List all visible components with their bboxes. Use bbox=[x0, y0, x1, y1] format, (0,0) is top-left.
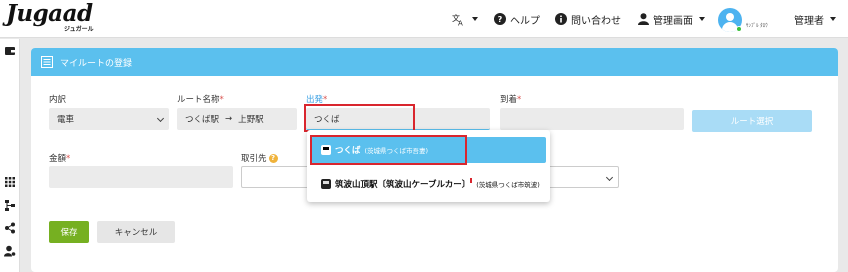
info-circle-icon bbox=[555, 13, 567, 25]
app-logo-subtitle: ジュガール bbox=[64, 26, 94, 33]
chevron-down-icon bbox=[605, 173, 614, 182]
arrival-label: 到着* bbox=[500, 95, 522, 105]
amount-label: 金額* bbox=[49, 154, 71, 164]
user-menu[interactable]: 管理者 bbox=[794, 12, 836, 27]
client-label: 取引先 ? bbox=[241, 152, 278, 164]
departure-label: 出発* bbox=[306, 95, 328, 105]
departure-suggestions: つくば (茨城県つくば市吾妻) 筑波山頂駅〔筑波山ケーブルカー〕 (茨城県つくば… bbox=[307, 130, 550, 202]
question-circle-icon: ? bbox=[494, 13, 506, 25]
suggestion-item[interactable]: つくば (茨城県つくば市吾妻) bbox=[311, 137, 546, 163]
app-logo[interactable]: Jugaad bbox=[6, 2, 93, 26]
panel-title: マイルートの登録 bbox=[60, 58, 133, 69]
chevron-down-icon bbox=[472, 17, 478, 21]
user-menu-label: 管理者 bbox=[794, 15, 824, 27]
save-button[interactable]: 保存 bbox=[49, 221, 89, 243]
train-icon bbox=[321, 179, 331, 189]
admin-menu[interactable]: 管理画面 bbox=[638, 12, 705, 27]
help-label: ヘルプ bbox=[510, 15, 540, 27]
user-settings-icon[interactable] bbox=[4, 245, 16, 257]
chevron-down-icon bbox=[830, 17, 836, 21]
breakdown-select[interactable]: 電車 bbox=[49, 108, 169, 130]
train-icon bbox=[321, 145, 331, 155]
departure-input[interactable]: つくば bbox=[306, 108, 490, 130]
contact-label: 問い合わせ bbox=[571, 15, 621, 27]
help-link[interactable]: ? ヘルプ bbox=[494, 12, 540, 27]
route-select-button[interactable]: ルート選択 bbox=[692, 110, 812, 132]
share-icon[interactable] bbox=[4, 222, 16, 234]
cancel-button[interactable]: キャンセル bbox=[97, 221, 175, 243]
svg-text:A: A bbox=[458, 19, 463, 26]
breakdown-label: 内訳 bbox=[49, 95, 67, 105]
sidebar bbox=[0, 39, 20, 272]
wallet-icon[interactable] bbox=[4, 45, 16, 57]
route-name-field[interactable]: つくば駅 → 上野駅 bbox=[177, 108, 297, 130]
translate-icon: 文 A bbox=[452, 13, 463, 26]
route-name-label: ルート名称* bbox=[177, 95, 224, 105]
admin-label: 管理画面 bbox=[653, 15, 693, 27]
apps-grid-icon[interactable] bbox=[4, 176, 16, 188]
arrival-input[interactable] bbox=[500, 108, 684, 130]
list-icon bbox=[41, 56, 53, 68]
panel-header: マイルートの登録 bbox=[31, 48, 838, 76]
svg-text:?: ? bbox=[498, 15, 503, 24]
avatar-name: ｻﾝﾌﾟﾙ ﾀﾛｳ bbox=[746, 23, 768, 29]
amount-input[interactable] bbox=[49, 166, 233, 188]
user-icon bbox=[638, 13, 649, 25]
cursor-marker bbox=[470, 177, 473, 183]
suggestion-item[interactable]: 筑波山頂駅〔筑波山ケーブルカー〕 (茨城県つくば市筑波) bbox=[311, 171, 546, 197]
contact-link[interactable]: 問い合わせ bbox=[555, 12, 621, 27]
workflow-icon[interactable] bbox=[4, 199, 16, 211]
online-status-indicator bbox=[736, 26, 742, 32]
chevron-down-icon bbox=[156, 114, 165, 123]
chevron-down-icon bbox=[699, 17, 705, 21]
language-menu[interactable]: 文 A bbox=[452, 12, 478, 26]
help-icon[interactable]: ? bbox=[268, 153, 278, 163]
top-bar: Jugaad ジュガール 文 A ? ヘルプ 問い合わせ 管理画面 ｻﾝﾌﾟﾙ … bbox=[0, 0, 848, 38]
